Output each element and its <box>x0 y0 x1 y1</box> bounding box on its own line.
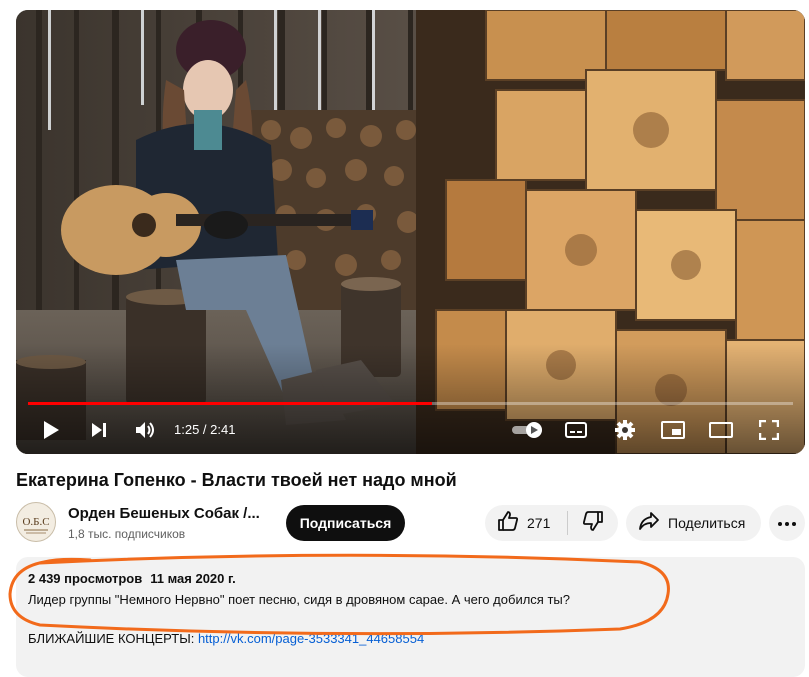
theater-mode-button[interactable] <box>706 415 736 445</box>
time-separator: / <box>199 422 211 437</box>
autoplay-toggle-icon <box>510 420 546 440</box>
share-label: Поделиться <box>668 515 746 531</box>
channel-avatar[interactable]: О.Б.С <box>16 502 56 542</box>
fullscreen-icon <box>759 420 779 440</box>
description-text: Лидер группы "Немного Нервно" поет песню… <box>28 592 570 607</box>
concerts-line: БЛИЖАЙШИЕ КОНЦЕРТЫ: http://vk.com/page-3… <box>28 631 424 646</box>
play-icon <box>41 419 61 441</box>
concerts-link[interactable]: http://vk.com/page-3533341_44658554 <box>198 631 424 646</box>
progress-fill <box>28 402 432 405</box>
video-meta: 2 439 просмотров 11 мая 2020 г. <box>28 571 236 586</box>
like-dislike-group: 271 <box>485 505 618 541</box>
like-button[interactable]: 271 <box>485 505 567 541</box>
avatar-logo-text: О.Б.С <box>22 516 49 528</box>
autoplay-toggle[interactable] <box>508 415 548 445</box>
dislike-button[interactable] <box>568 505 618 541</box>
like-count: 271 <box>527 515 551 531</box>
play-button[interactable] <box>36 415 66 445</box>
more-dots-icon <box>777 514 797 532</box>
settings-button[interactable] <box>610 415 640 445</box>
miniplayer-button[interactable] <box>658 415 688 445</box>
view-count: 2 439 просмотров <box>28 571 143 586</box>
theater-mode-icon <box>709 422 733 438</box>
video-player[interactable]: 1:25 / 2:41 <box>16 10 805 454</box>
gear-icon <box>614 419 636 441</box>
share-button[interactable]: Поделиться <box>626 505 761 541</box>
subscribe-button[interactable]: Подписаться <box>286 505 405 541</box>
volume-icon <box>134 420 156 440</box>
share-arrow-icon <box>638 511 660 536</box>
video-title: Екатерина Гопенко - Власти твоей нет над… <box>16 470 457 490</box>
thumbs-down-icon <box>582 510 604 537</box>
progress-bar[interactable] <box>28 402 793 405</box>
thumbs-up-icon <box>497 510 519 537</box>
subscriber-count: 1,8 тыс. подписчиков <box>68 527 186 541</box>
upload-date: 11 мая 2020 г. <box>150 571 236 586</box>
concerts-label: БЛИЖАЙШИЕ КОНЦЕРТЫ: <box>28 631 198 646</box>
more-actions-button[interactable] <box>769 505 805 541</box>
fullscreen-button[interactable] <box>754 415 784 445</box>
time-display: 1:25 / 2:41 <box>174 422 235 437</box>
next-button[interactable] <box>84 415 114 445</box>
current-time: 1:25 <box>174 422 200 437</box>
duration: 2:41 <box>210 422 236 437</box>
volume-button[interactable] <box>130 415 160 445</box>
channel-name[interactable]: Орден Бешеных Собак /... <box>68 505 260 522</box>
next-icon <box>89 420 109 440</box>
subtitles-icon <box>565 421 587 439</box>
subtitles-button[interactable] <box>561 415 591 445</box>
miniplayer-icon <box>661 421 685 439</box>
